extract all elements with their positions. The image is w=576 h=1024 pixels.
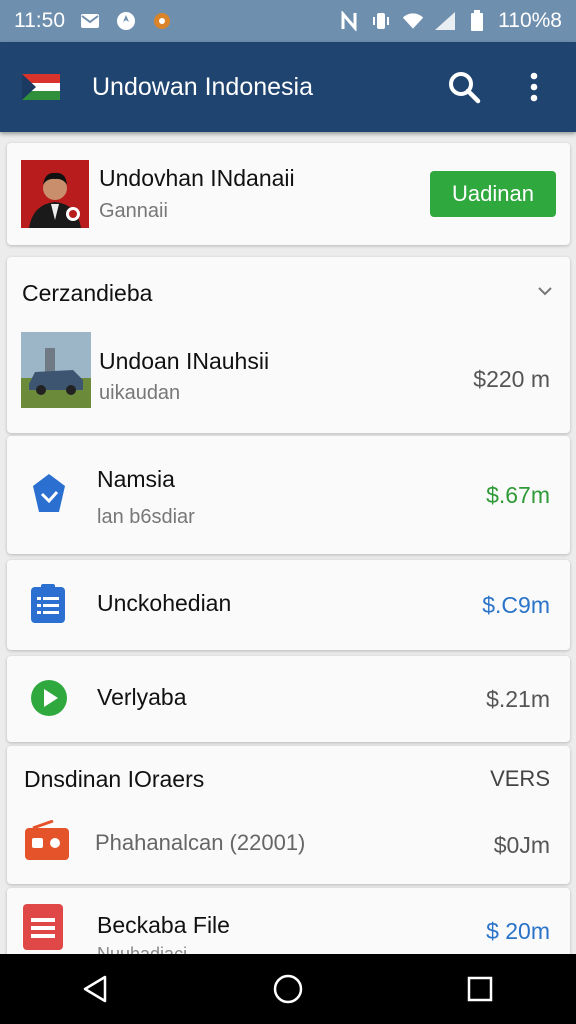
list-item[interactable]: Verlyaba $.21m <box>7 656 570 742</box>
file-icon <box>21 902 65 955</box>
flag-logo-icon <box>22 74 60 100</box>
sync-icon <box>115 10 137 32</box>
item-price: $ 20m <box>486 918 550 944</box>
nfc-icon <box>338 10 360 32</box>
item-price: $.21m <box>486 686 550 712</box>
back-triangle-icon <box>83 975 107 1003</box>
radio-icon <box>23 819 71 867</box>
list-item[interactable]: Phahanalcan (22001) $0Jm <box>7 808 570 882</box>
item-price: $.67m <box>486 482 550 508</box>
battery-level: 110%8 <box>498 9 562 32</box>
item-title: Unckohedian <box>97 590 232 616</box>
section-title: Dnsdinan IOraers <box>24 766 205 792</box>
document-list-icon <box>29 583 67 625</box>
item-price: $0Jm <box>493 832 550 858</box>
item-price: $.C9m <box>482 592 550 618</box>
app-bar: Undowan Indonesia <box>0 42 576 132</box>
item-title: Namsia <box>97 466 175 492</box>
play-circle-icon <box>29 678 69 718</box>
search-icon <box>449 72 481 104</box>
profile-subtitle: Gannaii <box>99 200 168 222</box>
status-time: 11:50 <box>14 9 65 32</box>
item-description: uikaudan <box>99 382 181 404</box>
item-title: Verlyaba <box>97 684 187 710</box>
recents-button[interactable] <box>450 959 510 1019</box>
navigation-bar <box>0 954 576 1024</box>
list-item[interactable]: Namsia lan b6sdiar $.67m <box>7 436 570 554</box>
app-notification-icon <box>151 10 173 32</box>
list-item[interactable]: Undoan INauhsii uikaudan $220 m <box>7 326 570 432</box>
item-title: Beckaba File <box>97 912 230 938</box>
back-button[interactable] <box>66 959 126 1019</box>
status-bar: 11:50 110%8 <box>0 0 576 42</box>
wifi-icon <box>402 10 424 32</box>
list-item[interactable]: Unckohedian $.C9m <box>7 560 570 650</box>
profile-name: Undovhan INdanaii <box>99 165 295 191</box>
recents-square-icon <box>467 976 493 1002</box>
item-title: Undoan INauhsii <box>99 348 270 374</box>
profile-card[interactable]: Undovhan INdanaii Gannaii Uadinan <box>7 143 570 245</box>
vibrate-icon <box>370 10 392 32</box>
more-vertical-icon <box>530 72 538 102</box>
car-thumbnail <box>21 332 91 408</box>
mail-icon <box>79 10 101 32</box>
battery-icon <box>466 10 488 32</box>
section-right-label[interactable]: VERS <box>490 766 550 792</box>
chevron-down-icon[interactable] <box>536 282 554 305</box>
avatar <box>21 160 89 228</box>
item-description: lan b6sdiar <box>97 506 195 528</box>
item-price: $220 m <box>473 366 550 392</box>
item-title: Phahanalcan (22001) <box>95 830 306 855</box>
primary-action-button[interactable]: Uadinan <box>430 171 556 217</box>
signal-icon <box>434 10 456 32</box>
profile-text: Undovhan INdanaii Gannaii <box>99 165 295 223</box>
overflow-menu-button[interactable] <box>514 67 554 107</box>
search-button[interactable] <box>444 67 484 107</box>
section-title: Cerzandieba <box>22 280 153 306</box>
home-circle-icon <box>273 974 303 1004</box>
app-title: Undowan Indonesia <box>92 72 313 101</box>
home-button[interactable] <box>258 959 318 1019</box>
shield-icon <box>31 472 67 516</box>
